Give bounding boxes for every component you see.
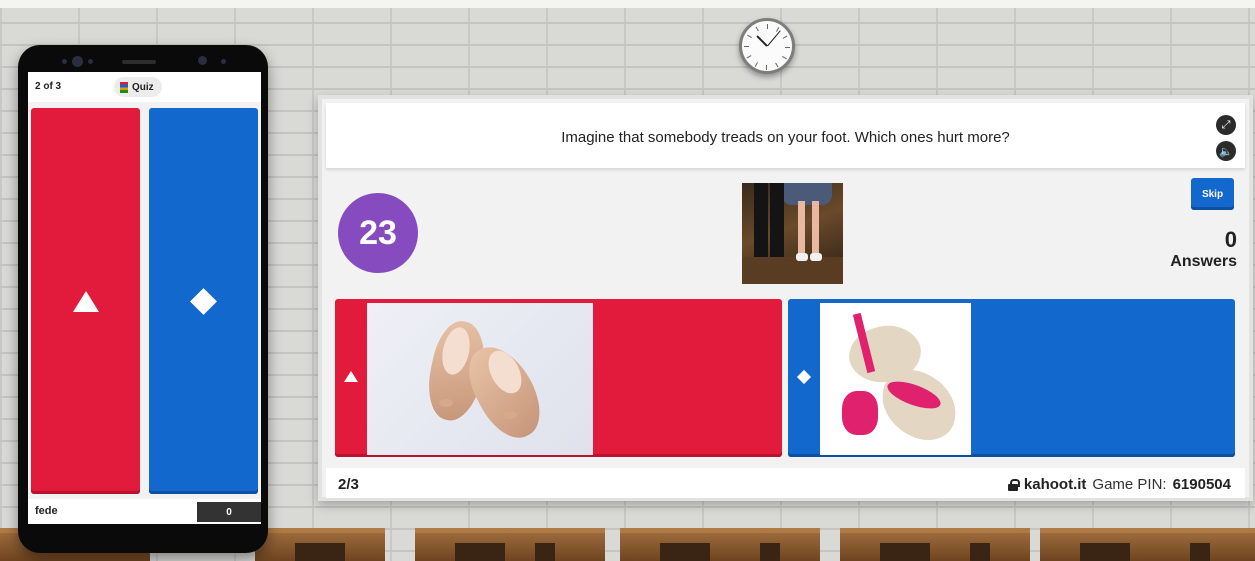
countdown-timer: 23 [338, 193, 418, 273]
answer-button-diamond[interactable] [149, 108, 258, 494]
question-counter: 2 of 3 [35, 81, 62, 92]
speaker-icon: 🔈 [1219, 145, 1233, 158]
camera-icon [62, 59, 67, 64]
skip-button[interactable]: Skip [1191, 178, 1234, 210]
desk [840, 528, 1030, 561]
game-pin: 6190504 [1172, 476, 1231, 493]
question-progress: 2/3 [338, 476, 359, 493]
lock-icon [1007, 478, 1020, 491]
answer-image-high-heels [820, 303, 971, 455]
player-phone: 2 of 3 Quiz fede 0 [18, 45, 268, 553]
clock-icon [739, 18, 795, 74]
player-nickname: fede [35, 505, 58, 517]
game-pin-label: Game PIN: [1092, 476, 1167, 493]
game-pin-info: kahoot.it Game PIN: 6190504 [1007, 476, 1231, 493]
desk [1040, 528, 1255, 561]
answer-button-triangle[interactable] [31, 108, 140, 494]
wall-trim [0, 0, 1255, 8]
fullscreen-button[interactable]: ⤢ [1216, 115, 1236, 135]
fullscreen-icon: ⤢ [1221, 118, 1231, 131]
quiz-icon [120, 81, 128, 93]
phone-footer: fede 0 [28, 499, 261, 524]
answer-option-triangle[interactable] [335, 299, 782, 457]
phone-screen: 2 of 3 Quiz fede 0 [28, 72, 261, 524]
diamond-icon [190, 287, 217, 315]
desk [620, 528, 820, 561]
camera-icon [72, 56, 83, 67]
question-bar: Imagine that somebody treads on your foo… [326, 103, 1245, 168]
player-score: 0 [197, 502, 261, 522]
desk [255, 528, 385, 561]
diamond-icon [796, 369, 812, 385]
triangle-icon [72, 290, 99, 312]
quiz-type-label: Quiz [132, 81, 154, 93]
game-board: Imagine that somebody treads on your foo… [318, 95, 1253, 501]
phone-header: 2 of 3 Quiz [28, 72, 261, 102]
camera-icon [198, 56, 207, 65]
question-image [742, 183, 843, 284]
sensor-icon [221, 59, 226, 64]
speaker-grille [122, 60, 156, 64]
board-footer: 2/3 kahoot.it Game PIN: 6190504 [326, 468, 1245, 498]
phone-top-bezel [18, 45, 268, 71]
desk [415, 528, 605, 561]
quiz-type-badge: Quiz [114, 77, 162, 97]
join-site: kahoot.it [1023, 476, 1087, 493]
answers-label: Answers [1170, 253, 1237, 270]
answer-option-diamond[interactable] [788, 299, 1235, 457]
sensor-icon [88, 59, 93, 64]
triangle-icon [344, 371, 358, 382]
sound-button[interactable]: 🔈 [1216, 141, 1236, 161]
question-text: Imagine that somebody treads on your foo… [561, 129, 1010, 146]
answers-count: 0 [1224, 227, 1237, 252]
answer-image-flat-shoes [367, 303, 593, 455]
